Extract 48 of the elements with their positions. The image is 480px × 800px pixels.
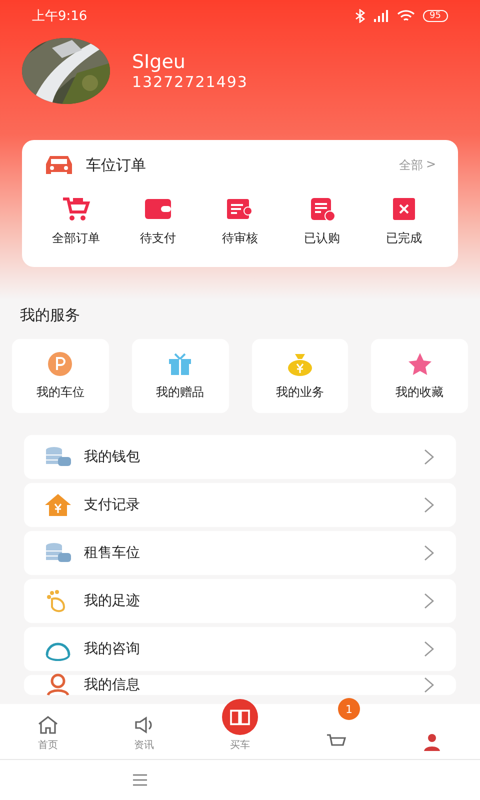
money-bag-icon <box>286 352 314 376</box>
coins-icon <box>44 445 72 469</box>
cart-icon <box>61 196 91 222</box>
book-icon <box>220 699 260 735</box>
service-button[interactable]: 我的收藏 <box>371 339 468 413</box>
speaker-icon <box>133 715 155 735</box>
order-status-button[interactable]: 已认购 <box>290 196 354 247</box>
service-button[interactable]: 我的业务 <box>252 339 348 413</box>
chevron-icon <box>424 641 434 657</box>
wallet-icon <box>143 196 173 222</box>
count-badge: 1 <box>338 698 360 720</box>
parking-icon <box>46 352 74 376</box>
chevron-icon <box>424 677 434 693</box>
menu-icon[interactable] <box>132 774 148 786</box>
bluetooth-icon <box>354 9 365 23</box>
tab-button[interactable]: 资讯 <box>96 698 192 760</box>
chevron-icon <box>424 449 434 465</box>
home-icon <box>37 715 59 735</box>
tab-button[interactable]: 买车 <box>192 698 288 760</box>
phone-number: 13272721493 <box>132 73 248 91</box>
house-icon <box>44 493 72 517</box>
section-title: 我的服务 <box>19 305 81 326</box>
service-button[interactable]: 我的车位 <box>12 339 109 413</box>
battery-indicator: 95 <box>422 10 448 22</box>
menu-row[interactable]: 我的钱包 <box>24 435 456 479</box>
wifi-icon <box>396 10 415 22</box>
menu-row[interactable]: 我的足迹 <box>24 579 456 623</box>
chevron-icon <box>424 497 434 513</box>
coins-icon <box>44 541 72 565</box>
chevron-icon <box>424 593 434 609</box>
user-name: SIgeu <box>132 51 186 73</box>
order-status-button[interactable]: 全部订单 <box>44 196 108 247</box>
service-button[interactable]: 我的赠品 <box>132 339 228 413</box>
person-icon <box>44 673 72 697</box>
menu-row[interactable]: 租售车位 <box>24 531 456 575</box>
menu-row[interactable]: 我的信息 <box>24 675 456 695</box>
status-time: 上午9:16 <box>32 8 88 25</box>
menu-row[interactable]: 我的咨询 <box>24 627 456 671</box>
menu-row[interactable]: 支付记录 <box>24 483 456 527</box>
order-status-button[interactable]: 已完成 <box>372 196 436 247</box>
order-status-button[interactable]: 待审核 <box>208 196 272 247</box>
chevron-icon <box>424 545 434 561</box>
order-title: 车位订单 <box>86 156 147 174</box>
order-status-button[interactable]: 待支付 <box>126 196 190 247</box>
tab-button[interactable]: 首页 <box>0 698 96 760</box>
person-icon <box>421 732 443 752</box>
signal-icon <box>372 10 389 22</box>
car-icon <box>44 154 74 176</box>
